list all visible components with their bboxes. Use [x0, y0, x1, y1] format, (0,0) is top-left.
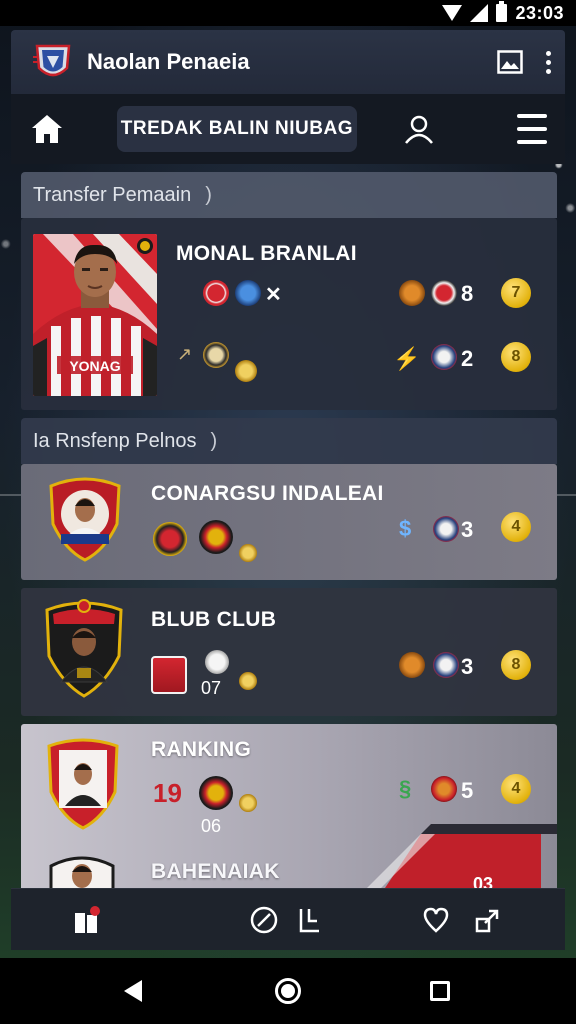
- club-name: BLUB CLUB: [151, 608, 277, 631]
- coin-badge[interactable]: 8: [501, 342, 531, 372]
- club-badge-icon: [199, 776, 233, 810]
- stat-value: 5: [461, 778, 474, 803]
- club-badge-icon: [399, 280, 425, 306]
- cards-icon[interactable]: [73, 905, 103, 935]
- battery-icon: [496, 1, 508, 22]
- stat-value: 3: [461, 654, 474, 679]
- bottom-nav: [11, 888, 565, 950]
- club-badge-icon: [203, 342, 229, 368]
- more-options-icon[interactable]: [546, 50, 551, 74]
- club-badge-icon: [431, 776, 457, 802]
- ranking-banner: [367, 824, 557, 888]
- wifi-icon: [442, 5, 463, 21]
- player-name: CONARGSU INDALEAI: [151, 482, 384, 505]
- recents-icon[interactable]: [430, 981, 450, 1001]
- section-title: Ia Rnsfenp Pelnos: [33, 429, 197, 452]
- app-bar: Naolan Penaeia: [11, 30, 565, 94]
- status-time: 23:03: [515, 2, 564, 23]
- player-name: MONAL BRANLAI: [176, 242, 357, 265]
- section-header[interactable]: Ia Rnsfenp Pelnos ): [21, 418, 557, 464]
- heart-icon[interactable]: [421, 905, 451, 935]
- top-nav: TREDAK BALIN NIUBAG: [11, 94, 565, 164]
- coin-badge[interactable]: 7: [501, 278, 531, 308]
- ranking-crest-icon: [47, 738, 119, 830]
- ball-icon: [205, 650, 229, 674]
- club-badge-icon: [399, 652, 425, 678]
- dollar-icon: $: [399, 516, 412, 541]
- club-badge-icon: [433, 516, 459, 542]
- player-photo: YONAG: [33, 234, 157, 396]
- profile-icon[interactable]: [401, 111, 437, 147]
- club-badge-icon: [431, 280, 457, 306]
- club-badge-icon: [151, 656, 187, 694]
- list-menu-icon[interactable]: [516, 114, 547, 144]
- coin-badge[interactable]: 4: [501, 512, 531, 542]
- club-badge-icon: [433, 652, 459, 678]
- stat-value: 8: [461, 281, 474, 306]
- next-player-avatar: [49, 856, 115, 888]
- section-header[interactable]: Transfer Pemaain ): [21, 172, 557, 218]
- club-badge-icon: [199, 520, 233, 554]
- chevron-right-icon: ): [205, 183, 212, 206]
- home-circle-icon[interactable]: [275, 978, 301, 1004]
- app-logo-icon[interactable]: [33, 40, 73, 84]
- section-title: Transfer Pemaain: [33, 183, 192, 206]
- player-card[interactable]: CONARGSU INDALEAI $ 3 4: [21, 464, 557, 580]
- club-badge-icon: [203, 280, 229, 306]
- sub-number: 07: [201, 678, 222, 698]
- trophy-icon: [239, 672, 257, 690]
- lineup-icon[interactable]: [295, 905, 325, 935]
- app-title: Naolan Penaeia: [87, 49, 250, 74]
- club-badge-icon: [235, 280, 261, 306]
- club-card[interactable]: BLUB CLUB 07 3 8: [21, 588, 557, 716]
- stat-value: 2: [461, 346, 474, 371]
- ranking-title: RANKING: [151, 738, 252, 761]
- chevron-right-icon: ): [210, 429, 218, 452]
- boot-icon: ⚡: [393, 346, 421, 371]
- featured-player-card[interactable]: YONAG MONAL BRANLAI ✕ 8 7 ↗ ⚡ 2 8: [21, 218, 557, 410]
- club-badge-icon: [153, 522, 187, 556]
- back-icon[interactable]: [124, 980, 142, 1002]
- player-crest-icon: [49, 477, 121, 562]
- x-icon: ✕: [265, 284, 282, 306]
- status-bar: 23:03: [0, 0, 576, 26]
- next-player-name: BAHENAIAK: [151, 860, 280, 883]
- jersey-text: YONAG: [69, 358, 121, 374]
- coin-badge[interactable]: 4: [501, 774, 531, 804]
- image-icon[interactable]: [490, 42, 530, 82]
- club-badge-icon: [431, 344, 457, 370]
- banner-number: 03: [473, 874, 494, 888]
- transfer-icon[interactable]: [473, 905, 503, 935]
- ranking-card[interactable]: 03 RANKING 19 06 § 5 4 BAHENAIAK: [21, 724, 557, 888]
- rank-up-icon: §: [399, 776, 412, 801]
- section-transfer: Transfer Pemaain ): [21, 172, 557, 218]
- trophy-icon: [235, 360, 257, 382]
- signal-icon: [470, 4, 489, 22]
- compass-icon[interactable]: [249, 905, 279, 935]
- stat-value: 3: [461, 517, 474, 542]
- trophy-icon: [239, 794, 257, 812]
- system-nav-bar: [0, 958, 576, 1024]
- arrow-icon: ↗: [177, 344, 193, 364]
- club-crest-icon: [45, 599, 123, 698]
- trophy-icon: [239, 544, 257, 562]
- section-player-list: Ia Rnsfenp Pelnos ): [21, 418, 557, 464]
- rank-number: 19: [153, 778, 182, 808]
- search-button[interactable]: TREDAK BALIN NIUBAG: [117, 106, 357, 152]
- home-icon[interactable]: [29, 111, 65, 147]
- sub-number: 06: [201, 816, 222, 836]
- coin-badge[interactable]: 8: [501, 650, 531, 680]
